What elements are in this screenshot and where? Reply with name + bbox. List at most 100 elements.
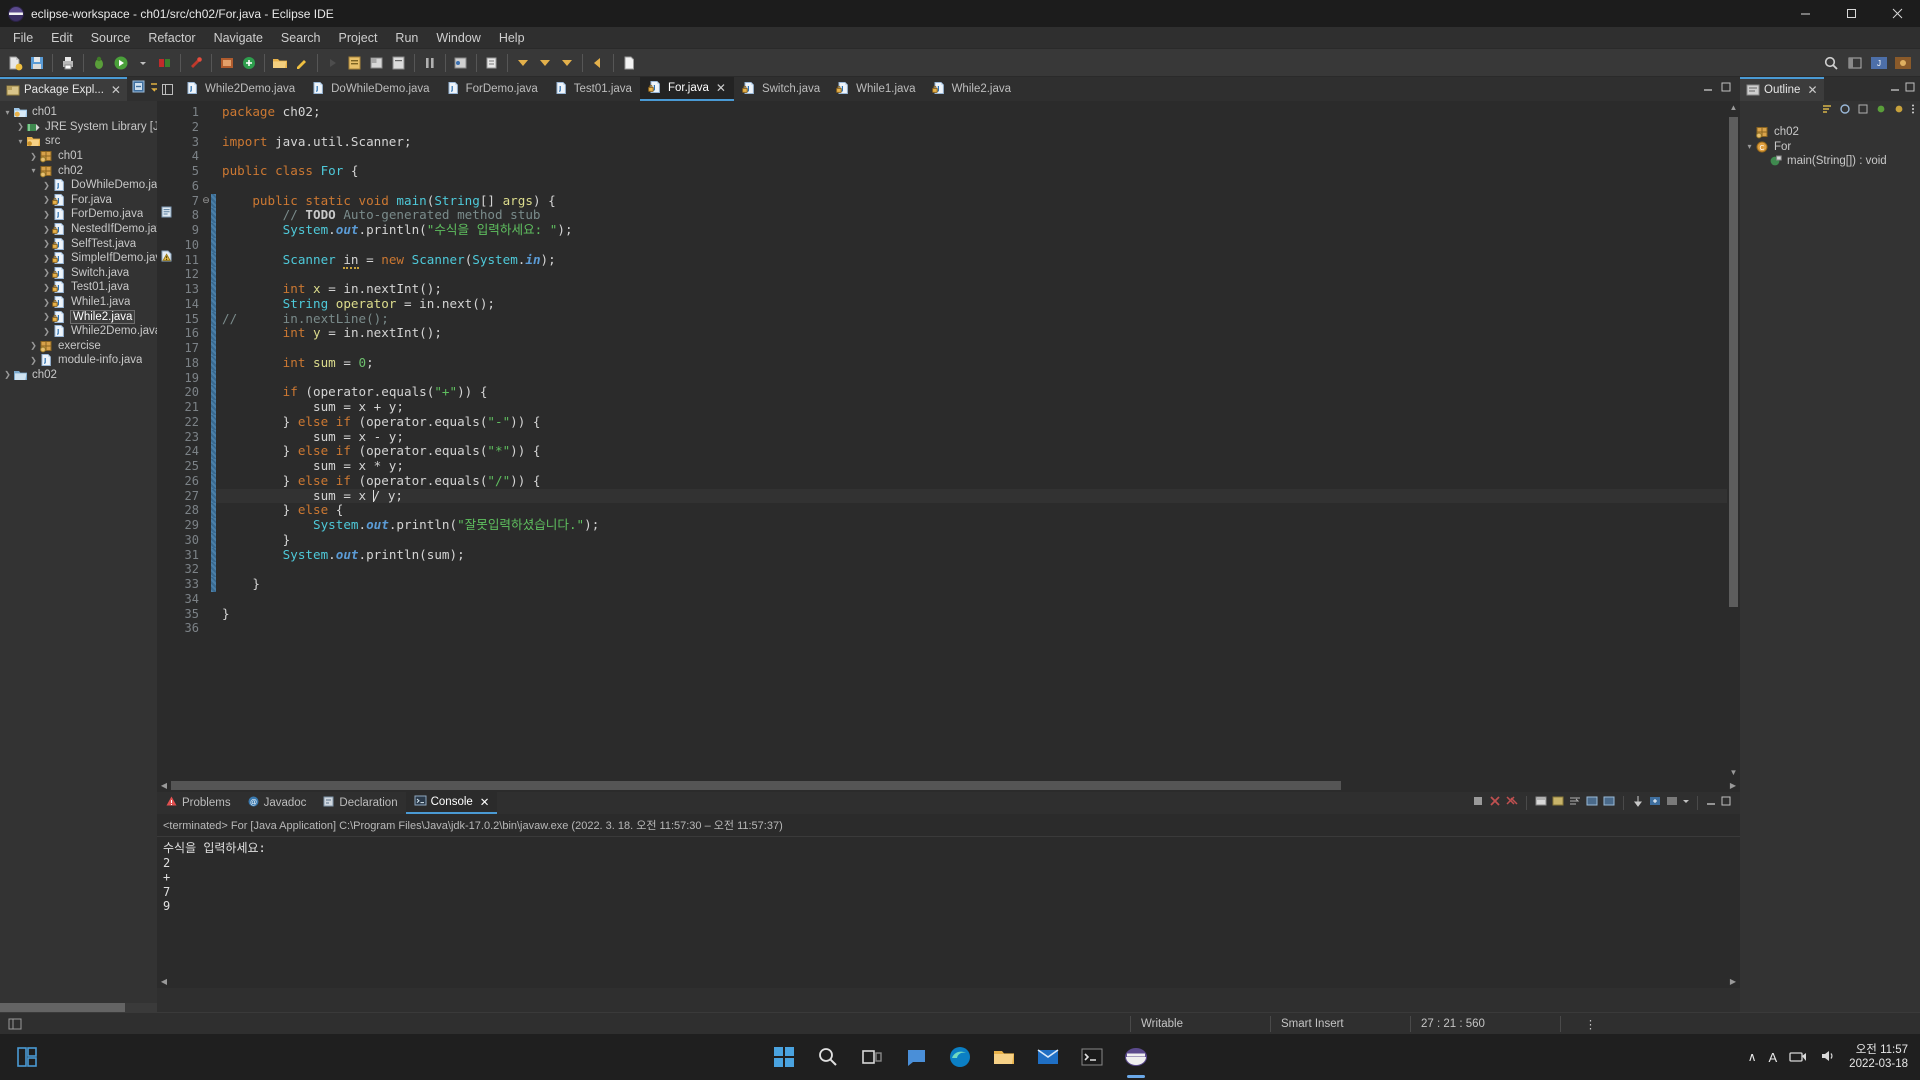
git-icon[interactable]: [238, 52, 260, 74]
code-line[interactable]: [216, 238, 1727, 253]
package-explorer-row[interactable]: ❯ SelfTest.java: [0, 236, 157, 251]
package-explorer-row[interactable]: ❯ module-info.java: [0, 353, 157, 368]
editor-hscrollbar[interactable]: ◀ ▶: [157, 779, 1740, 792]
code-line[interactable]: [216, 592, 1727, 607]
code-line[interactable]: [216, 562, 1727, 577]
close-icon[interactable]: ✕: [480, 795, 490, 809]
scroll-thumb[interactable]: [1729, 117, 1738, 607]
close-icon[interactable]: ✕: [1807, 83, 1817, 97]
chevron-right-icon[interactable]: ❯: [41, 298, 52, 307]
sort-icon[interactable]: [1820, 102, 1834, 121]
fold-collapse-icon[interactable]: ⊖: [201, 194, 211, 209]
chevron-right-icon[interactable]: ❯: [41, 283, 52, 292]
outline-row[interactable]: main(String[]) : void: [1740, 154, 1920, 169]
chevron-right-icon[interactable]: ❯: [28, 152, 39, 161]
close-icon[interactable]: ✕: [716, 81, 726, 95]
package-explorer-row[interactable]: ❯ For.java: [0, 193, 157, 208]
remove-all-terminated-icon[interactable]: [1505, 794, 1519, 813]
display-selected-console-icon[interactable]: [1665, 794, 1679, 813]
code-line[interactable]: System.out.println("수식을 입력하세요: ");: [216, 222, 1727, 238]
code-line[interactable]: int sum = 0;: [216, 355, 1727, 371]
code-line[interactable]: [216, 371, 1727, 386]
collapse-all-icon[interactable]: [131, 79, 146, 99]
hide-local-icon[interactable]: [1892, 102, 1906, 121]
code-line[interactable]: } else if (operator.equals("*")) {: [216, 443, 1727, 459]
console-scroll-left-icon[interactable]: ◀: [157, 977, 171, 986]
package-explorer-row[interactable]: ▾ ch02: [0, 163, 157, 178]
chevron-right-icon[interactable]: ❯: [41, 312, 52, 321]
minimize-button[interactable]: [1782, 0, 1828, 27]
chat-icon[interactable]: [903, 1044, 929, 1070]
code-line[interactable]: } else if (operator.equals("-")) {: [216, 414, 1727, 430]
show-console-on-output-icon[interactable]: [1585, 794, 1599, 813]
editor-vscrollbar[interactable]: ▲ ▼: [1727, 101, 1740, 779]
code-line[interactable]: String operator = in.next();: [216, 296, 1727, 312]
editor-tab-while1[interactable]: While1.java: [828, 77, 923, 101]
package-explorer-row[interactable]: ▾ ch01: [0, 105, 157, 120]
package-explorer-row[interactable]: ❯ NestedIfDemo.java: [0, 222, 157, 237]
package-explorer-row[interactable]: ❯ ch01: [0, 149, 157, 164]
editor-marker-bar[interactable]: [157, 101, 175, 779]
status-more-icon[interactable]: ⋮: [1560, 1015, 1620, 1032]
edge-icon[interactable]: [947, 1044, 973, 1070]
editor-folding-bar[interactable]: ⊖: [201, 101, 211, 779]
outline-row[interactable]: ▾ C For: [1740, 140, 1920, 155]
open-folder-icon[interactable]: [269, 52, 291, 74]
minimize-outline-icon[interactable]: [1889, 80, 1901, 98]
code-line[interactable]: int y = in.nextInt();: [216, 325, 1727, 341]
code-line[interactable]: sum = x + y;: [216, 399, 1727, 415]
code-line[interactable]: }: [216, 532, 1727, 548]
package-explorer-row[interactable]: ❯ While2.java: [0, 309, 157, 324]
search-icon[interactable]: [1820, 52, 1842, 74]
chevron-up-icon[interactable]: ∧: [1748, 1050, 1757, 1064]
menu-item-run[interactable]: Run: [386, 28, 427, 48]
code-line[interactable]: int x = in.nextInt();: [216, 281, 1727, 297]
taskbar-widgets[interactable]: [14, 1044, 40, 1070]
chevron-right-icon[interactable]: ❯: [41, 327, 52, 336]
new-file-icon[interactable]: [618, 52, 640, 74]
package-explorer-row[interactable]: ❯ DoWhileDemo.java: [0, 178, 157, 193]
scroll-down-icon[interactable]: ▼: [1727, 766, 1740, 779]
code-line[interactable]: sum = x * y;: [216, 458, 1727, 474]
maximize-editor-icon[interactable]: [1720, 80, 1732, 98]
code-line[interactable]: sum = x / y;: [216, 488, 1727, 504]
outline-row[interactable]: ch02: [1740, 125, 1920, 140]
code-line[interactable]: [216, 149, 1727, 164]
next-annotation-icon[interactable]: [534, 52, 556, 74]
chevron-right-icon[interactable]: ❯: [41, 254, 52, 263]
code-line[interactable]: sum = x - y;: [216, 429, 1727, 445]
todo-task-icon[interactable]: [157, 204, 175, 219]
console-tab-declaration[interactable]: Declaration: [314, 792, 405, 814]
perspective-menu-icon[interactable]: [1844, 52, 1866, 74]
editor-tab-fordemo[interactable]: ForDemo.java: [438, 77, 546, 101]
code-line[interactable]: System.out.println("잘못입력하셨습니다.");: [216, 517, 1727, 533]
menu-item-file[interactable]: File: [4, 28, 42, 48]
new-console-view-icon[interactable]: [1648, 794, 1662, 813]
hide-static-icon[interactable]: [1856, 102, 1870, 121]
package-explorer-row[interactable]: ❯ Switch.java: [0, 266, 157, 281]
code-line[interactable]: // in.nextLine();: [216, 311, 1727, 327]
editor-hscroll-track[interactable]: [171, 781, 1726, 790]
run-dropdown-icon[interactable]: [132, 52, 154, 74]
maximize-button[interactable]: [1828, 0, 1874, 27]
run-icon[interactable]: [110, 52, 132, 74]
code-line[interactable]: [216, 179, 1727, 194]
code-line[interactable]: if (operator.equals("+")) {: [216, 384, 1727, 400]
code-line[interactable]: }: [216, 576, 1727, 592]
code-line[interactable]: [216, 267, 1727, 282]
chevron-right-icon[interactable]: ❯: [41, 210, 52, 219]
menu-item-edit[interactable]: Edit: [42, 28, 82, 48]
package-explorer-row[interactable]: ❯ exercise: [0, 339, 157, 354]
code-line[interactable]: import java.util.Scanner;: [216, 134, 1727, 150]
editor-tab-list-icon[interactable]: [157, 77, 177, 101]
menu-item-search[interactable]: Search: [272, 28, 330, 48]
code-line[interactable]: } else if (operator.equals("/")) {: [216, 473, 1727, 489]
package-explorer-row[interactable]: ❯ SimpleIfDemo.java: [0, 251, 157, 266]
prev-annotation-icon[interactable]: [512, 52, 534, 74]
code-line[interactable]: package ch02;: [216, 104, 1727, 120]
chevron-right-icon[interactable]: ❯: [41, 195, 52, 204]
code-line[interactable]: System.out.println(sum);: [216, 547, 1727, 563]
package-explorer-row[interactable]: ❯ ch02: [0, 368, 157, 383]
chevron-down-icon[interactable]: ▾: [2, 108, 13, 117]
code-line[interactable]: }: [216, 606, 1727, 622]
